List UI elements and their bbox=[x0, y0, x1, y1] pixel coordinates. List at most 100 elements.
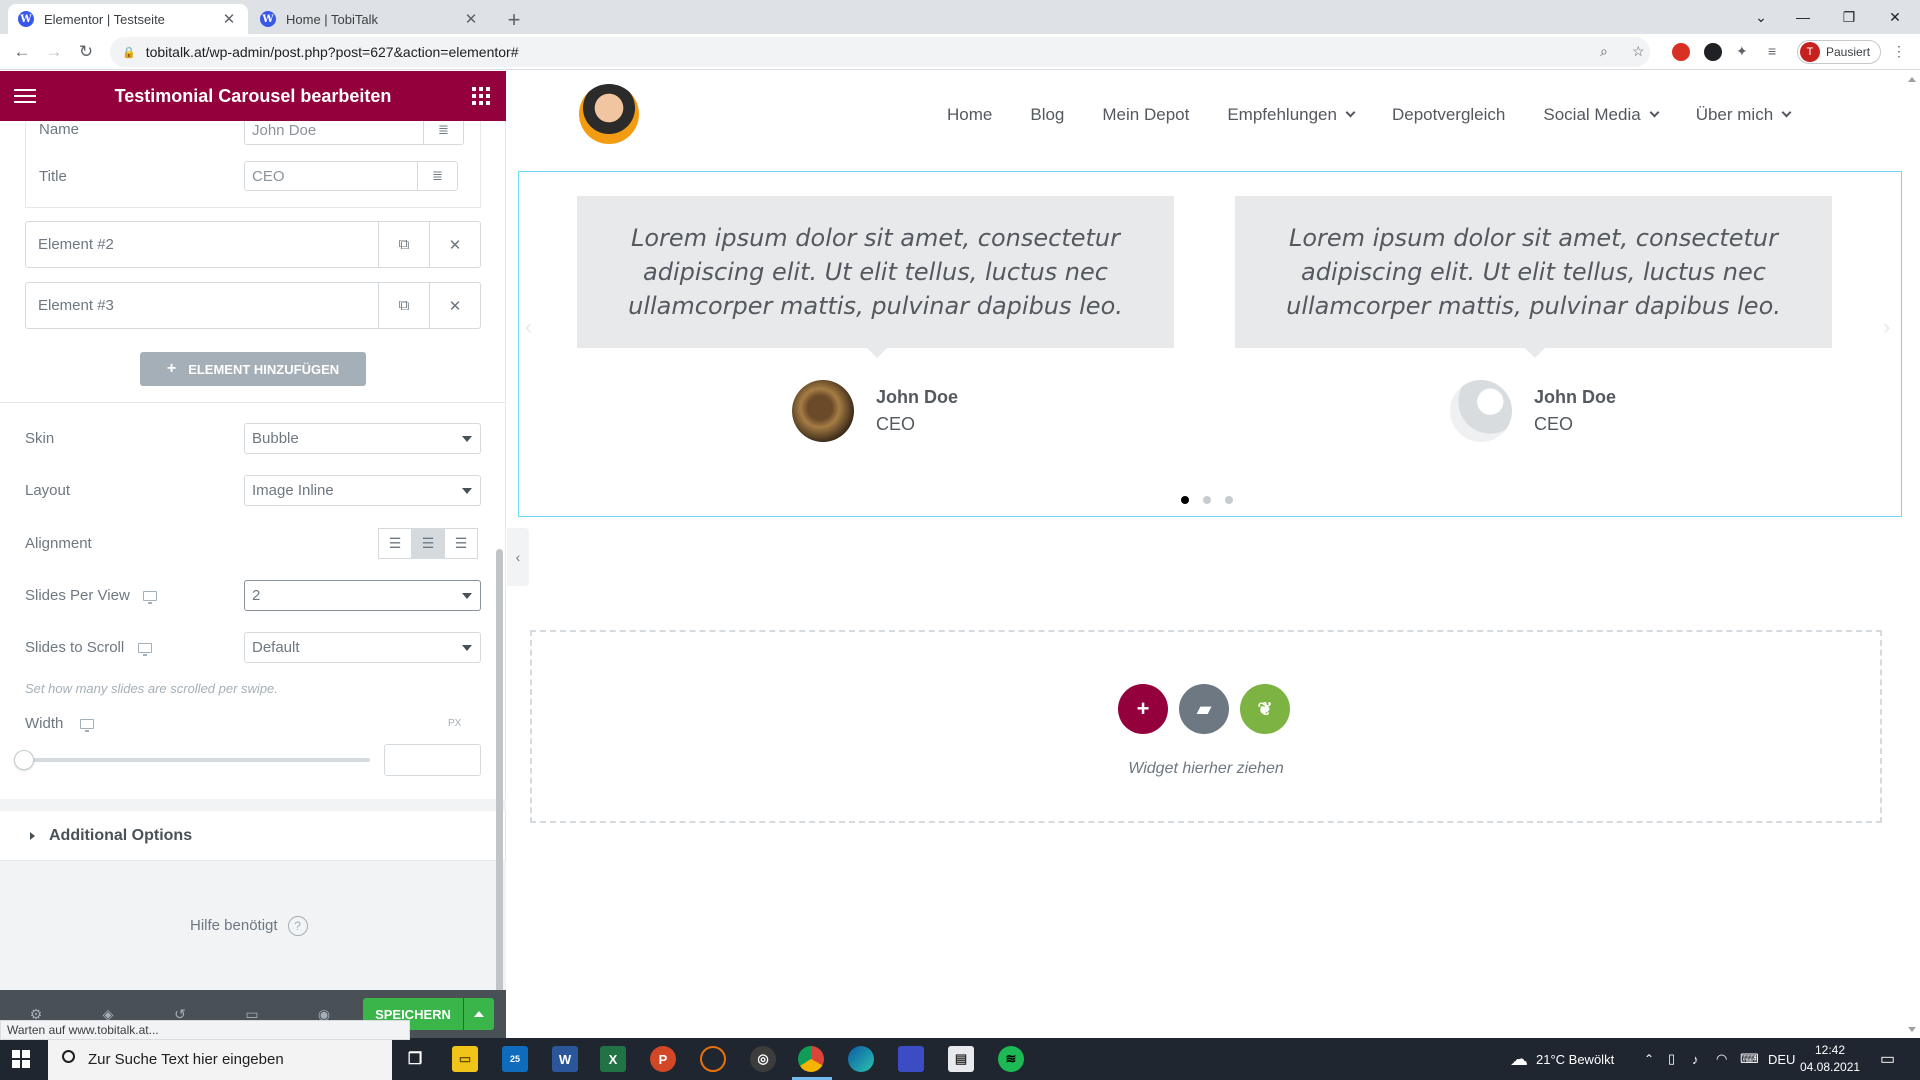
nav-item-home[interactable]: Home bbox=[947, 105, 992, 125]
keyboard-icon[interactable]: ⌨ bbox=[1740, 1038, 1759, 1080]
slides-per-view-select[interactable]: 2 bbox=[244, 580, 481, 611]
language-indicator[interactable]: DEU bbox=[1768, 1038, 1795, 1080]
envato-leaf-icon[interactable]: ❦ bbox=[1240, 684, 1290, 734]
notepad-icon[interactable]: ▤ bbox=[948, 1046, 974, 1072]
units-px[interactable]: PX bbox=[448, 718, 461, 729]
zoom-icon[interactable]: ⌕ bbox=[1600, 43, 1608, 60]
width-slider-handle[interactable] bbox=[14, 750, 34, 770]
widget-drop-zone[interactable]: + ▰ ❦ Widget hierher ziehen bbox=[530, 630, 1882, 823]
skin-select[interactable]: Bubble bbox=[244, 423, 481, 454]
desktop-icon[interactable] bbox=[138, 643, 152, 656]
additional-options-toggle[interactable]: Additional Options bbox=[0, 811, 506, 861]
obs-icon[interactable]: ◎ bbox=[750, 1046, 776, 1072]
mail-icon[interactable]: 25 bbox=[502, 1046, 528, 1072]
duplicate-icon[interactable]: ⧉ bbox=[378, 283, 429, 328]
save-options-button[interactable] bbox=[464, 998, 494, 1030]
window-close-icon[interactable]: ✕ bbox=[1872, 0, 1918, 34]
meet-now-icon[interactable]: ▯ bbox=[1668, 1038, 1675, 1080]
nav-item-blog[interactable]: Blog bbox=[1030, 105, 1064, 125]
wifi-icon[interactable]: ◠ bbox=[1716, 1038, 1727, 1080]
close-icon[interactable]: ✕ bbox=[220, 10, 238, 28]
close-icon[interactable]: ✕ bbox=[462, 10, 480, 28]
testimonial-carousel-widget[interactable]: ‹ Lorem ipsum dolor sit amet, consectetu… bbox=[518, 171, 1902, 517]
title-input[interactable]: CEO ≣ bbox=[244, 161, 458, 191]
align-left-icon[interactable]: ☰ bbox=[378, 528, 412, 559]
taskbar-clock[interactable]: 12:42 04.08.2021 bbox=[1800, 1042, 1860, 1076]
duplicate-icon[interactable]: ⧉ bbox=[378, 222, 429, 267]
edge-icon[interactable] bbox=[848, 1046, 874, 1072]
site-logo[interactable] bbox=[579, 84, 639, 144]
add-section-plus-icon[interactable]: + bbox=[1118, 684, 1168, 734]
tray-chevron-up-icon[interactable]: ⌃ bbox=[1644, 1038, 1654, 1080]
panel-scrollbar[interactable] bbox=[496, 549, 503, 990]
grammarly-extension-icon[interactable] bbox=[1704, 43, 1722, 61]
pagination-dot[interactable] bbox=[1181, 496, 1189, 504]
file-explorer-icon[interactable]: ▭ bbox=[452, 1046, 478, 1072]
task-view-icon[interactable]: ❐ bbox=[402, 1046, 428, 1072]
extensions-puzzle-icon[interactable]: ✦ bbox=[1736, 43, 1748, 60]
chrome-icon[interactable] bbox=[798, 1046, 824, 1072]
nav-item-social-media[interactable]: Social Media bbox=[1543, 105, 1660, 125]
carousel-next-icon[interactable]: › bbox=[1883, 314, 1890, 340]
pagination-dot[interactable] bbox=[1225, 496, 1233, 504]
template-folder-icon[interactable]: ▰ bbox=[1179, 684, 1229, 734]
pagination-dot[interactable] bbox=[1203, 496, 1211, 504]
repeater-item-3[interactable]: Element #3 ⧉ ✕ bbox=[25, 282, 481, 329]
profile-button[interactable]: T Pausiert bbox=[1797, 40, 1882, 64]
excel-icon[interactable]: X bbox=[600, 1046, 626, 1072]
browser-menu-icon[interactable]: ⋮ bbox=[1892, 43, 1906, 60]
repeater-item-2[interactable]: Element #2 ⧉ ✕ bbox=[25, 221, 481, 268]
forward-icon[interactable]: → bbox=[40, 38, 68, 66]
weather-widget[interactable]: ☁ 21°C Bewölkt bbox=[1510, 1038, 1614, 1080]
layout-select[interactable]: Image Inline bbox=[244, 475, 481, 506]
width-slider-track[interactable] bbox=[25, 758, 370, 762]
remove-icon[interactable]: ✕ bbox=[429, 283, 480, 328]
app-icon[interactable] bbox=[700, 1046, 726, 1072]
tab-home-tobitalk[interactable]: W Home | TobiTalk ✕ bbox=[250, 4, 490, 34]
desktop-icon[interactable] bbox=[80, 719, 94, 732]
nav-item-empfehlungen[interactable]: Empfehlungen bbox=[1227, 105, 1356, 125]
address-bar[interactable]: 🔒 tobitalk.at/wp-admin/post.php?post=627… bbox=[110, 37, 1650, 67]
slides-to-scroll-select[interactable]: Default bbox=[244, 632, 481, 663]
carousel-prev-icon[interactable]: ‹ bbox=[525, 314, 532, 340]
panel-collapse-handle[interactable]: ‹ bbox=[507, 528, 529, 586]
scroll-up-icon[interactable] bbox=[1908, 77, 1916, 82]
restore-icon[interactable]: ❐ bbox=[1826, 0, 1872, 34]
dynamic-tags-icon[interactable]: ≣ bbox=[417, 162, 457, 190]
add-item-button[interactable]: + ELEMENT HINZUFÜGEN bbox=[140, 352, 366, 386]
name-input[interactable]: John Doe ≣ bbox=[244, 121, 464, 145]
minimize-icon[interactable]: — bbox=[1780, 0, 1826, 34]
align-right-icon[interactable]: ☰ bbox=[444, 528, 478, 559]
bookmark-star-icon[interactable]: ☆ bbox=[1632, 43, 1645, 60]
notifications-icon[interactable]: ▭ bbox=[1880, 1038, 1895, 1080]
new-tab-button[interactable]: + bbox=[500, 6, 528, 34]
desktop-icon[interactable] bbox=[143, 591, 157, 604]
adblock-extension-icon[interactable] bbox=[1672, 43, 1690, 61]
windows-start-icon[interactable] bbox=[12, 1050, 30, 1068]
nav-label: Blog bbox=[1030, 105, 1065, 124]
taskbar-search[interactable]: Zur Suche Text hier eingeben bbox=[48, 1038, 392, 1080]
nav-item-depotvergleich[interactable]: Depotvergleich bbox=[1392, 105, 1505, 125]
reading-list-icon[interactable]: ≡ bbox=[1768, 43, 1776, 59]
widgets-grid-icon[interactable] bbox=[472, 87, 490, 105]
reload-icon[interactable]: ↻ bbox=[72, 38, 100, 66]
tab-elementor[interactable]: W Elementor | Testseite ✕ bbox=[8, 4, 248, 34]
preview-scrollbar[interactable] bbox=[1903, 71, 1920, 1038]
powerpoint-icon[interactable]: P bbox=[650, 1046, 676, 1072]
align-center-icon[interactable]: ☰ bbox=[411, 528, 445, 559]
spotify-icon[interactable]: ≋ bbox=[998, 1046, 1024, 1072]
scroll-down-icon[interactable] bbox=[1908, 1027, 1916, 1032]
nav-item-mein-depot[interactable]: Mein Depot bbox=[1102, 105, 1189, 125]
volume-icon[interactable]: ♪ bbox=[1692, 1038, 1699, 1080]
back-icon[interactable]: ← bbox=[8, 38, 36, 66]
hamburger-menu-icon[interactable] bbox=[14, 85, 36, 107]
drop-zone-text: Widget hierher ziehen bbox=[1128, 760, 1284, 777]
tab-search-icon[interactable]: ⌄ bbox=[1738, 0, 1784, 34]
nav-item-ueber-mich[interactable]: Über mich bbox=[1696, 105, 1792, 125]
width-input[interactable] bbox=[384, 744, 481, 776]
help-link[interactable]: Hilfe benötigt ? bbox=[190, 887, 330, 964]
remove-icon[interactable]: ✕ bbox=[429, 222, 480, 267]
dynamic-tags-icon[interactable]: ≣ bbox=[423, 121, 463, 144]
word-icon[interactable]: W bbox=[552, 1046, 578, 1072]
app-icon[interactable] bbox=[898, 1046, 924, 1072]
